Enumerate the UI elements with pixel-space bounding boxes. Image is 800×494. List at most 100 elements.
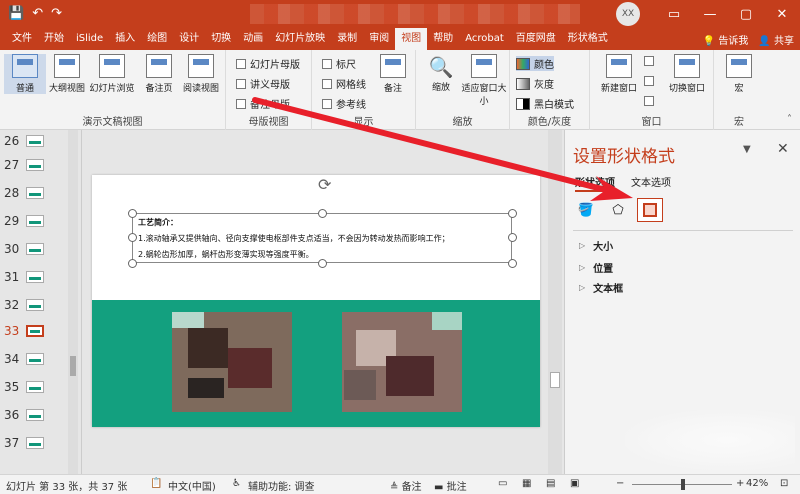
reading-view-button[interactable]: 阅读视图 [180,54,222,94]
arrange-all-button[interactable] [644,56,654,66]
accessibility-icon[interactable]: ♿ [232,478,241,489]
zoom-slider-thumb[interactable] [681,479,685,490]
zoom-button[interactable]: 🔍 缩放 [420,54,462,93]
resize-handle[interactable] [318,259,327,268]
canvas-scrollbar[interactable] [548,130,562,474]
effects-icon[interactable]: ⬠ [605,198,631,222]
tab-slideshow[interactable]: 幻灯片放映 [269,28,331,50]
tab-insert[interactable]: 插入 [109,28,141,50]
thumbnail-item-active[interactable]: 33 [4,320,78,342]
maximize-icon[interactable]: ▢ [728,0,764,28]
normal-view-status-icon[interactable]: ▭ [498,478,507,489]
fit-slide-icon[interactable]: ⊡ [780,478,788,489]
tab-record[interactable]: 录制 [331,28,363,50]
close-icon[interactable]: ✕ [764,0,800,28]
tab-islide[interactable]: iSlide [70,28,109,50]
zoom-level[interactable]: 42% [746,478,768,489]
redo-icon[interactable]: ↷ [51,0,62,28]
resize-handle[interactable] [128,209,137,218]
slide[interactable]: ⟳ 工艺简介： 1.滚动轴承又提供轴向、径向支撑使电枢部件支点适当，不会因为转动… [92,175,540,427]
undo-icon[interactable]: ↶ [32,0,43,28]
thumbnail-item[interactable]: 35 [4,376,78,398]
resize-handle[interactable] [318,209,327,218]
cascade-button[interactable] [644,76,654,86]
notes-master-button[interactable]: 备注母版 [236,96,290,111]
fit-to-window-button[interactable]: 适应窗口大小 [460,54,508,107]
slide-sorter-button[interactable]: 幻灯片浏览 [88,54,136,94]
new-window-button[interactable]: 新建窗口 [594,54,644,94]
slideshow-status-icon[interactable]: ▣ [570,478,579,489]
resize-handle[interactable] [128,259,137,268]
spellcheck-icon[interactable]: 📋 [150,478,162,489]
slide-sorter-status-icon[interactable]: ▦ [522,478,531,489]
resize-handle[interactable] [508,209,517,218]
handout-master-button[interactable]: 讲义母版 [236,76,290,91]
gridlines-checkbox[interactable]: 网格线 [322,76,366,91]
tab-text-options[interactable]: 文本选项 [631,174,671,189]
thumbnail-item[interactable]: 29 [4,210,78,232]
save-icon[interactable]: 💾 [8,0,24,28]
tab-animations[interactable]: 动画 [237,28,269,50]
section-position[interactable]: ▷ 位置 [579,260,613,275]
ribbon-display-icon[interactable]: ▭ [656,0,692,28]
share-button[interactable]: 👤 共享 [758,32,794,47]
canvas-scroll-thumb[interactable] [550,372,560,388]
zoom-in-icon[interactable]: + [736,478,744,489]
notes-page-button[interactable]: 备注页 [138,54,180,94]
language-indicator[interactable]: 中文(中国) [168,478,216,493]
thumbnail-item[interactable]: 26 [4,130,78,152]
move-split-button[interactable] [644,96,654,106]
rotate-handle-icon[interactable]: ⟳ [318,175,331,194]
tab-shape-format[interactable]: 形状格式 [562,28,614,50]
pane-close-icon[interactable]: ✕ [777,141,789,157]
thumbnail-item[interactable]: 28 [4,182,78,204]
pane-options-icon[interactable]: ▼ [743,144,751,155]
tab-draw[interactable]: 绘图 [141,28,173,50]
accessibility-status[interactable]: 辅助功能: 调查 [248,478,315,493]
color-button[interactable]: 颜色 [516,56,554,71]
tab-design[interactable]: 设计 [173,28,205,50]
tab-baidu-netdisk[interactable]: 百度网盘 [510,28,562,50]
collapse-ribbon-icon[interactable]: ˄ [787,114,792,125]
resize-handle[interactable] [508,233,517,242]
tab-review[interactable]: 审阅 [363,28,395,50]
macros-button[interactable]: 宏 [718,54,760,94]
tab-file[interactable]: 文件 [6,28,38,50]
tell-me-button[interactable]: 💡 告诉我 [703,32,749,47]
comments-status-button[interactable]: ▬ 批注 [434,478,467,493]
avatar[interactable]: XX [616,2,640,26]
guides-checkbox[interactable]: 参考线 [322,96,366,111]
resize-handle[interactable] [128,233,137,242]
tab-transitions[interactable]: 切换 [205,28,237,50]
outline-view-button[interactable]: 大纲视图 [46,54,88,94]
tab-help[interactable]: 帮助 [427,28,459,50]
thumbnail-scrollbar[interactable] [68,130,78,474]
thumbnail-scroll-thumb[interactable] [70,356,76,376]
tab-shape-options[interactable]: 形状选项 [575,174,615,192]
thumbnail-item[interactable]: 32 [4,294,78,316]
fill-line-icon[interactable]: 🪣 [573,198,599,222]
section-size[interactable]: ▷ 大小 [579,238,613,253]
resize-handle[interactable] [508,259,517,268]
slide-master-button[interactable]: 幻灯片母版 [236,56,300,71]
thumbnail-item[interactable]: 31 [4,266,78,288]
tab-acrobat[interactable]: Acrobat [459,28,510,50]
minimize-icon[interactable]: — [692,0,728,28]
tab-home[interactable]: 开始 [38,28,70,50]
notes-status-button[interactable]: ≜ 备注 [390,478,422,493]
notes-toggle-button[interactable]: 备注 [372,54,414,94]
zoom-out-icon[interactable]: − [616,478,624,489]
normal-view-button[interactable]: 普通 [4,54,46,94]
thumbnail-item[interactable]: 36 [4,404,78,426]
reading-view-status-icon[interactable]: ▤ [546,478,555,489]
thumbnail-item[interactable]: 30 [4,238,78,260]
thumbnail-item[interactable]: 37 [4,432,78,454]
black-white-button[interactable]: 黑白模式 [516,96,574,111]
thumbnail-item[interactable]: 34 [4,348,78,370]
switch-window-button[interactable]: 切换窗口 [662,54,712,94]
size-properties-icon[interactable] [637,198,663,222]
thumbnail-item[interactable]: 27 [4,154,78,176]
section-text-box[interactable]: ▷ 文本框 [579,280,623,295]
tab-view[interactable]: 视图 [395,28,428,50]
grayscale-button[interactable]: 灰度 [516,76,554,91]
